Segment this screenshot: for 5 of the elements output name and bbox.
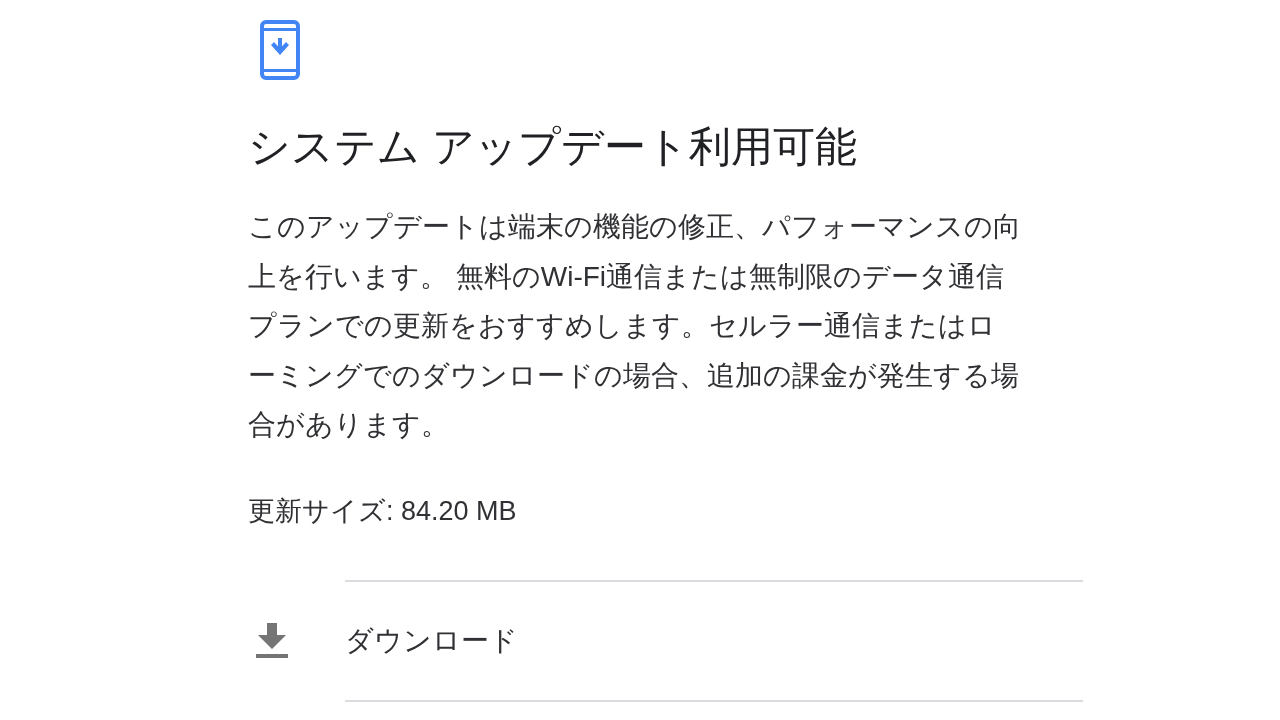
dialog-title: システム アップデート利用可能: [248, 122, 857, 172]
phone-download-icon: [260, 20, 300, 80]
update-description: このアップデートは端末の機能の修正、パフォーマンスの向上を行います。 無料のWi-Fi通信または無制限のデータ通信プランでの更新をおすすめします。セルラー通信またはローミングでのダウンロードの場合、追加の課金が発生する場合があります。: [248, 210, 1022, 442]
update-size-text: 更新サイズ: 84.20 MB: [248, 494, 517, 528]
download-icon: [256, 622, 288, 659]
